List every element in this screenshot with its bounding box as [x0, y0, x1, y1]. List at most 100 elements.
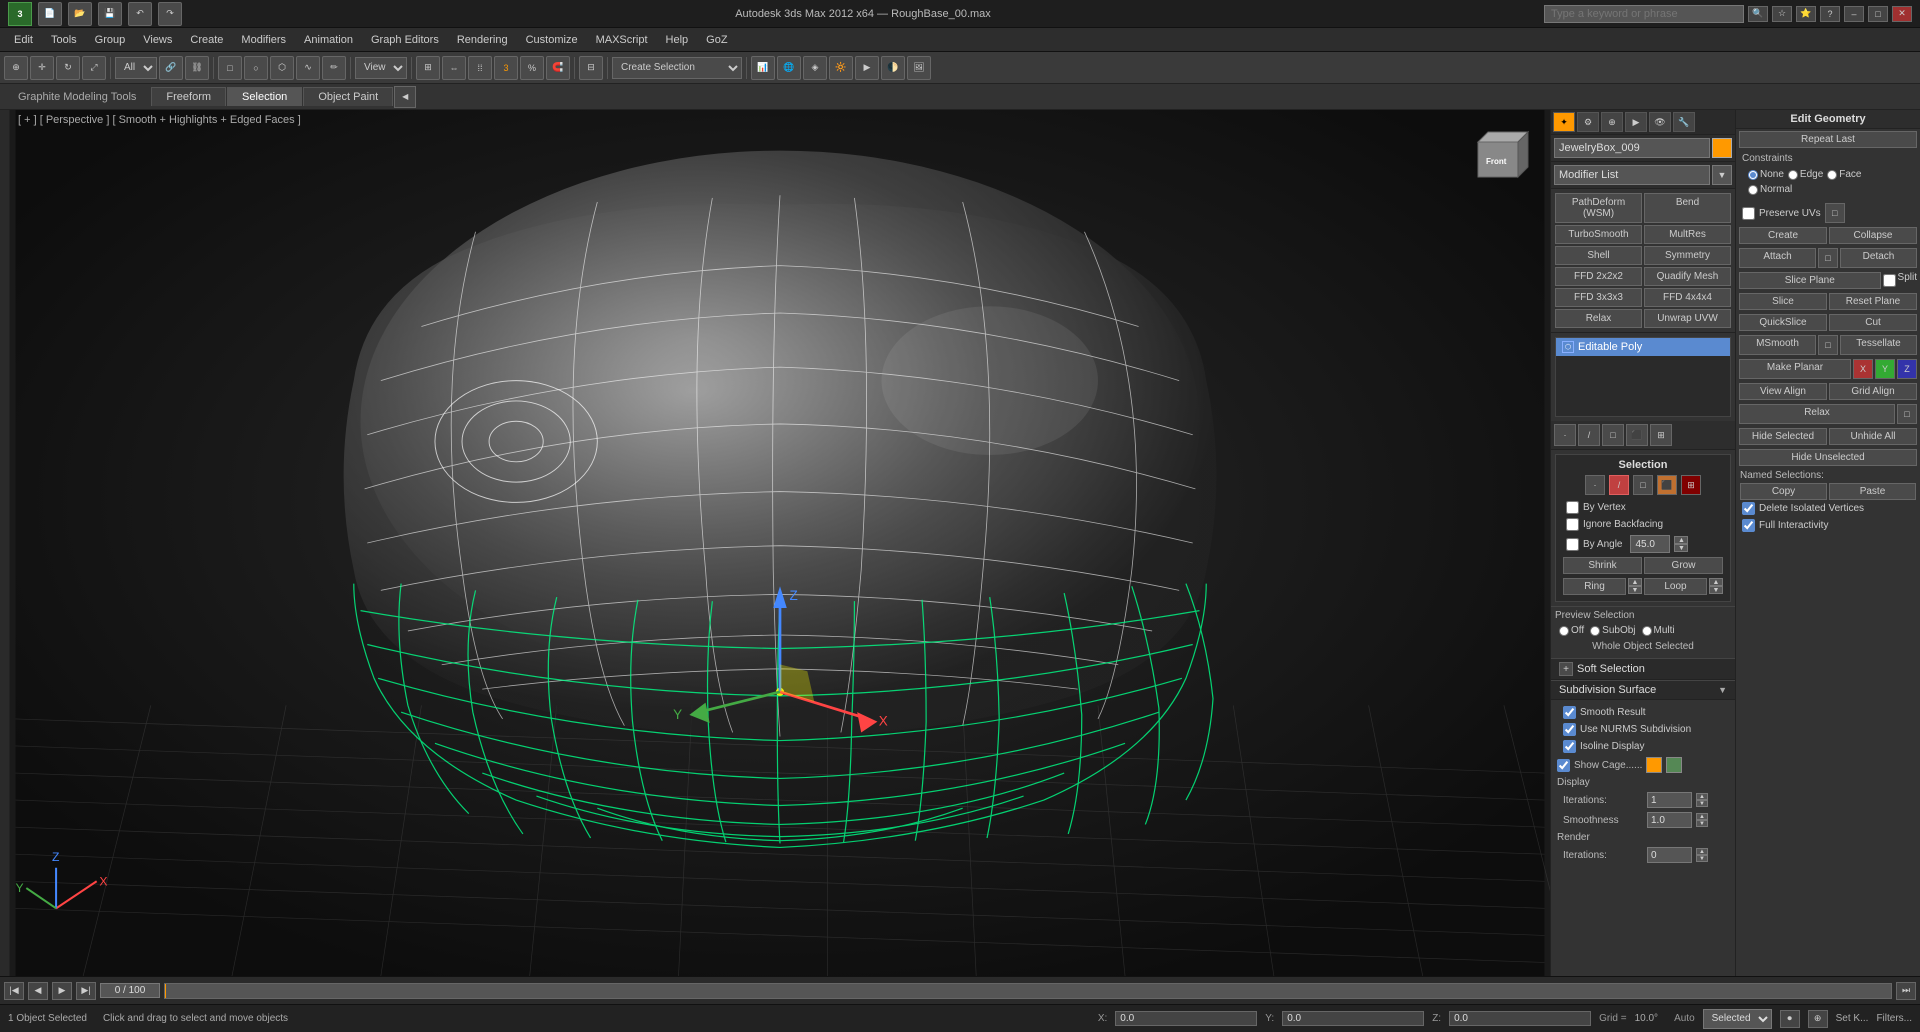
create-btn[interactable]: Create — [1739, 227, 1827, 244]
tb-material-editor-btn[interactable]: ◈ — [803, 56, 827, 80]
mod-btn-shell[interactable]: Shell — [1555, 246, 1642, 265]
menu-animation[interactable]: Animation — [296, 32, 361, 48]
tb-render-frame-btn[interactable]: 🖼 — [907, 56, 931, 80]
tb-scale-btn[interactable]: ⤢ — [82, 56, 106, 80]
smooth-result-checkbox[interactable] — [1563, 706, 1576, 719]
sel-vertex-icon[interactable]: · — [1585, 475, 1605, 495]
by-vertex-checkbox[interactable] — [1566, 501, 1579, 514]
tb-circ-sel-btn[interactable]: ○ — [244, 56, 268, 80]
tb-move-btn[interactable]: ✛ — [30, 56, 54, 80]
tb-snap-btn[interactable]: 3 — [494, 56, 518, 80]
tb-view-dropdown[interactable]: View — [355, 57, 407, 79]
x-coord-input[interactable] — [1115, 1011, 1257, 1026]
panel-tab-create[interactable]: ✦ — [1553, 112, 1575, 132]
tb-fence-sel-btn[interactable]: ⬡ — [270, 56, 294, 80]
split-checkbox[interactable] — [1883, 272, 1896, 289]
mod-btn-multires[interactable]: MultRes — [1644, 225, 1731, 244]
reset-plane-btn[interactable]: Reset Plane — [1829, 293, 1917, 310]
sel-border-icon[interactable]: □ — [1633, 475, 1653, 495]
tb-snap2d-btn[interactable]: % — [520, 56, 544, 80]
menu-group[interactable]: Group — [87, 32, 134, 48]
mod-btn-pathdeform[interactable]: PathDeform (WSM) — [1555, 193, 1642, 223]
panel-tab-modify[interactable]: ⚙ — [1577, 112, 1599, 132]
timeline-track[interactable] — [164, 983, 1892, 999]
object-color-swatch[interactable] — [1712, 138, 1732, 158]
subobj-vertex-btn[interactable]: · — [1554, 424, 1576, 446]
save-file-btn[interactable]: 💾 — [98, 2, 122, 26]
mod-btn-ffd2x2[interactable]: FFD 2x2x2 — [1555, 267, 1642, 286]
loop-btn[interactable]: Loop — [1644, 578, 1707, 595]
sel-poly-icon[interactable]: ⬛ — [1657, 475, 1677, 495]
attach-btn[interactable]: Attach — [1739, 248, 1816, 268]
tb-zoom-extents-btn[interactable]: ⊞ — [416, 56, 440, 80]
preview-off-radio[interactable] — [1559, 626, 1569, 636]
smoothness-spin-up[interactable]: ▲ — [1696, 813, 1708, 820]
smoothness-input[interactable] — [1647, 812, 1692, 828]
constraint-none[interactable]: None — [1748, 169, 1784, 180]
x-axis-btn[interactable]: X — [1853, 359, 1873, 379]
bookmark-icon-btn[interactable]: ☆ — [1772, 6, 1792, 22]
object-name-input[interactable] — [1554, 138, 1710, 158]
subobj-element-btn[interactable]: ⊞ — [1650, 424, 1672, 446]
new-file-btn[interactable]: 📄 — [38, 2, 62, 26]
nav-cube[interactable]: Front — [1458, 122, 1538, 202]
constraint-normal[interactable]: Normal — [1748, 184, 1792, 195]
menu-rendering[interactable]: Rendering — [449, 32, 516, 48]
selected-dropdown[interactable]: Selected — [1703, 1009, 1772, 1029]
angle-value-input[interactable] — [1630, 535, 1670, 553]
iterations-spin-up[interactable]: ▲ — [1696, 793, 1708, 800]
preview-multi-option[interactable]: Multi — [1642, 625, 1675, 636]
sel-edge-icon[interactable]: / — [1609, 475, 1629, 495]
menu-graph-editors[interactable]: Graph Editors — [363, 32, 447, 48]
by-angle-checkbox[interactable] — [1566, 538, 1579, 551]
panel-tab-hierarchy[interactable]: ⊕ — [1601, 112, 1623, 132]
preserve-uvs-checkbox[interactable] — [1742, 207, 1755, 220]
cage-color1-swatch[interactable] — [1646, 757, 1662, 773]
tb-lasso-btn[interactable]: ∿ — [296, 56, 320, 80]
shrink-btn[interactable]: Shrink — [1563, 557, 1642, 574]
render-iter-up[interactable]: ▲ — [1696, 848, 1708, 855]
render-iter-input[interactable] — [1647, 847, 1692, 863]
tb-paint-btn[interactable]: ✏ — [322, 56, 346, 80]
redo-btn[interactable]: ↷ — [158, 2, 182, 26]
subdivision-surface-header[interactable]: Subdivision Surface ▼ — [1551, 680, 1735, 700]
tb-mirror-btn[interactable]: ⇔ — [442, 56, 466, 80]
menu-modifiers[interactable]: Modifiers — [233, 32, 294, 48]
relax-btn[interactable]: Relax — [1739, 404, 1895, 424]
iterations-spin-down[interactable]: ▼ — [1696, 800, 1708, 807]
frame-counter-input[interactable] — [100, 983, 160, 998]
preview-multi-radio[interactable] — [1642, 626, 1652, 636]
relax-settings-btn[interactable]: □ — [1897, 404, 1917, 424]
smoothness-spin-down[interactable]: ▼ — [1696, 820, 1708, 827]
msmooth-settings-btn[interactable]: □ — [1818, 335, 1838, 355]
isoline-checkbox[interactable] — [1563, 740, 1576, 753]
tb-schematic-btn[interactable]: 🌐 — [777, 56, 801, 80]
ribbon-expand-btn[interactable]: ◀ — [394, 86, 416, 108]
y-axis-btn[interactable]: Y — [1875, 359, 1895, 379]
mod-btn-symmetry[interactable]: Symmetry — [1644, 246, 1731, 265]
named-sel-copy-btn[interactable]: Copy — [1740, 483, 1827, 500]
mod-btn-turbosmooth[interactable]: TurboSmooth — [1555, 225, 1642, 244]
tb-rect-sel-btn[interactable]: □ — [218, 56, 242, 80]
constraint-face[interactable]: Face — [1827, 169, 1861, 180]
undo-btn[interactable]: ↶ — [128, 2, 152, 26]
tb-link-btn[interactable]: 🔗 — [159, 56, 183, 80]
mod-btn-relax[interactable]: Relax — [1555, 309, 1642, 328]
minimize-btn[interactable]: – — [1844, 6, 1864, 22]
timeline-play-btn[interactable]: ▶ — [52, 982, 72, 1000]
tb-create-sel-dropdown[interactable]: Create Selection — [612, 57, 742, 79]
menu-customize[interactable]: Customize — [518, 32, 586, 48]
angle-spin-up[interactable]: ▲ — [1674, 536, 1688, 544]
tb-active-shade-btn[interactable]: 🌓 — [881, 56, 905, 80]
tb-track-view-btn[interactable]: 📊 — [751, 56, 775, 80]
menu-create[interactable]: Create — [182, 32, 231, 48]
hide-selected-btn[interactable]: Hide Selected — [1739, 428, 1827, 445]
open-file-btn[interactable]: 📂 — [68, 2, 92, 26]
ribbon-tab-selection[interactable]: Selection — [227, 87, 302, 106]
maximize-btn[interactable]: □ — [1868, 6, 1888, 22]
mod-btn-ffd3x3[interactable]: FFD 3x3x3 — [1555, 288, 1642, 307]
subobj-border-btn[interactable]: □ — [1602, 424, 1624, 446]
sel-element-icon[interactable]: ⊞ — [1681, 475, 1701, 495]
tb-render-setup-btn[interactable]: 🔆 — [829, 56, 853, 80]
y-coord-input[interactable] — [1282, 1011, 1424, 1026]
